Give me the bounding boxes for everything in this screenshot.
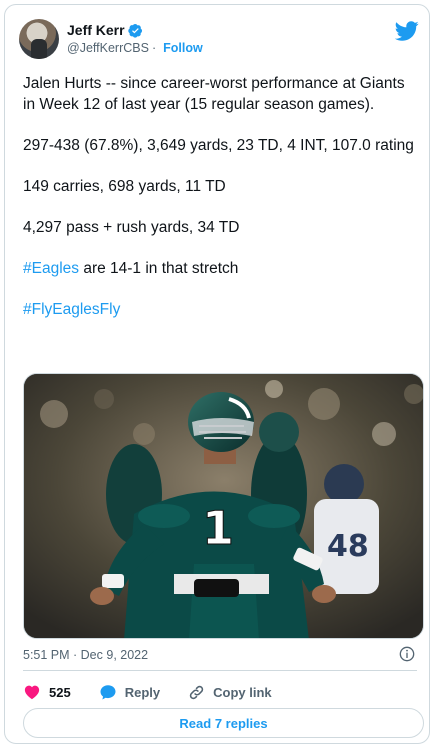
read-replies-button[interactable]: Read 7 replies xyxy=(23,708,424,738)
hashtag-link-flyeaglesfly[interactable]: #FlyEaglesFly xyxy=(23,301,120,318)
author-handle[interactable]: @JeffKerrCBS xyxy=(67,41,149,55)
tweet-paragraph: 4,297 pass + rush yards, 34 TD xyxy=(23,219,240,236)
verified-badge-icon xyxy=(127,23,142,38)
reply-button[interactable]: Reply xyxy=(99,683,160,701)
tweet-timestamp[interactable]: 5:51 PM · Dec 9, 2022 xyxy=(23,648,148,662)
tweet-actions: 525 Reply Copy link xyxy=(23,682,300,702)
tweet-card: Jeff Kerr @JeffKerrCBS · Follow Jalen Hu… xyxy=(4,4,430,744)
copy-link-button[interactable]: Copy link xyxy=(188,684,272,701)
link-icon xyxy=(189,685,204,699)
author-handle-row: @JeffKerrCBS · Follow xyxy=(67,41,203,55)
twitter-bird-icon[interactable] xyxy=(395,19,419,43)
copy-link-label: Copy link xyxy=(213,684,272,700)
tweet-paragraph: Jalen Hurts -- since career-worst perfor… xyxy=(23,75,405,113)
like-button[interactable]: 525 xyxy=(23,683,71,701)
tweet-header: Jeff Kerr @JeffKerrCBS · Follow xyxy=(19,19,419,65)
football-player-photo: 48 1 xyxy=(24,374,423,638)
reply-label: Reply xyxy=(124,684,161,700)
author-name[interactable]: Jeff Kerr xyxy=(67,22,125,38)
tweet-paragraph: #Eagles are 14-1 in that stretch xyxy=(23,258,418,279)
hashtag-link-eagles[interactable]: #Eagles xyxy=(23,260,79,277)
author-name-row[interactable]: Jeff Kerr xyxy=(67,21,143,39)
heart-icon xyxy=(24,685,40,700)
tweet-photo[interactable]: 48 1 xyxy=(23,373,424,639)
divider xyxy=(23,670,417,671)
reply-bubble-icon xyxy=(100,685,116,700)
info-icon[interactable] xyxy=(399,646,415,662)
separator-dot: · xyxy=(151,41,157,55)
tweet-paragraph: 297-438 (67.8%), 3,649 yards, 23 TD, 4 I… xyxy=(23,137,414,154)
background-jersey-number: 48 xyxy=(327,529,369,564)
tweet-text-fragment: are 14-1 in that stretch xyxy=(79,260,239,277)
avatar[interactable] xyxy=(19,19,59,59)
tweet-paragraph: 149 carries, 698 yards, 11 TD xyxy=(23,178,226,195)
tweet-text: Jalen Hurts -- since career-worst perfor… xyxy=(23,73,418,340)
jersey-number: 1 xyxy=(202,501,234,555)
like-count: 525 xyxy=(49,684,71,700)
follow-button[interactable]: Follow xyxy=(163,41,203,55)
tweet-paragraph: #FlyEaglesFly xyxy=(23,299,418,320)
